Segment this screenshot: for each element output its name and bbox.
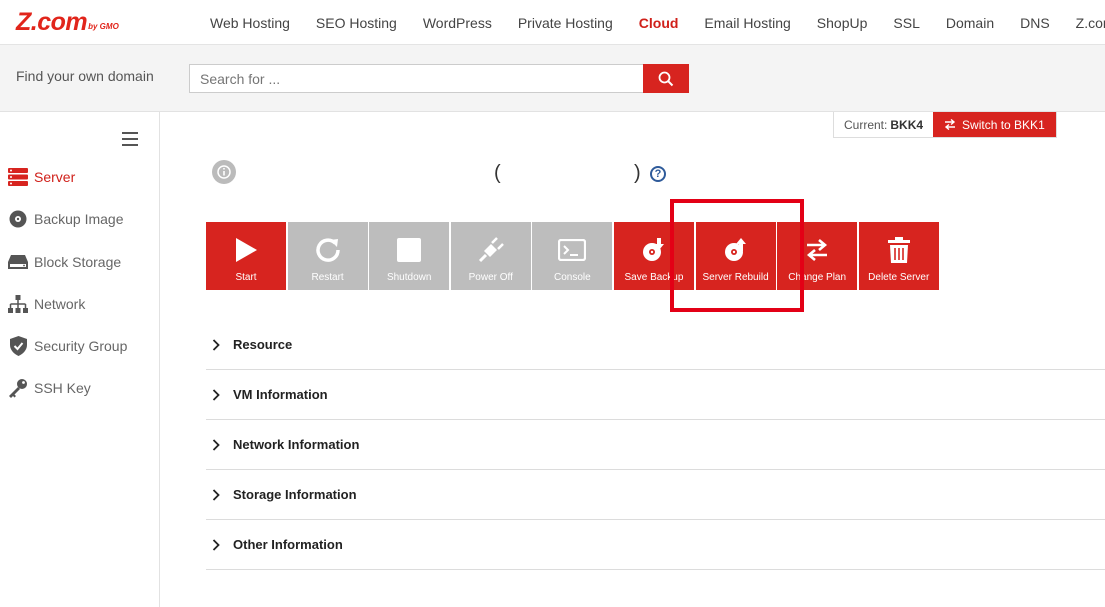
action-label: Power Off — [468, 272, 513, 283]
server-rebuild-button[interactable]: Server Rebuild — [695, 222, 776, 290]
action-label: Console — [554, 272, 591, 283]
sidebar-item-network[interactable]: Network — [8, 293, 85, 315]
backup-icon — [642, 238, 664, 261]
domain-search-bar: Find your own domain — [0, 45, 1105, 112]
nav-domain[interactable]: Domain — [946, 15, 994, 31]
section-title: Other Information — [233, 537, 343, 552]
action-label: Change Plan — [788, 272, 847, 283]
sidebar-item-label: Network — [34, 296, 86, 312]
storage-icon — [8, 252, 28, 272]
restart-button[interactable]: Restart — [287, 222, 368, 290]
action-label: Server Rebuild — [702, 272, 769, 283]
sidebar-item-label: Backup Image — [34, 211, 124, 227]
shield-icon — [8, 336, 28, 356]
nav-cloud[interactable]: Cloud — [639, 15, 679, 31]
sidebar-item-block-storage[interactable]: Block Storage — [8, 251, 121, 273]
key-icon — [8, 378, 28, 398]
console-button[interactable]: Console — [532, 222, 613, 290]
nav-wordpress[interactable]: WordPress — [423, 15, 492, 31]
trash-icon — [887, 237, 910, 263]
domain-search-button[interactable] — [643, 64, 689, 93]
search-icon — [658, 71, 674, 86]
stop-icon — [397, 238, 422, 262]
chevron-right-icon — [212, 388, 220, 401]
console-icon — [558, 239, 587, 261]
domain-search-label: Find your own domain — [16, 68, 154, 84]
help-icon[interactable]: ? — [650, 166, 666, 182]
switch-datacenter-label: Switch to BKK1 — [962, 117, 1045, 132]
disk-icon — [8, 209, 28, 229]
server-action-toolbar: Start Restart Shutdown Power Off Console… — [206, 222, 940, 290]
action-label: Save Backup — [624, 272, 684, 283]
server-name-paren-close: ) — [634, 162, 641, 184]
current-datacenter-label: Current: — [844, 117, 888, 132]
server-name-paren-open: ( — [494, 162, 501, 184]
section-title: Network Information — [233, 437, 360, 452]
nav-ssl[interactable]: SSL — [893, 15, 919, 31]
restart-icon — [315, 238, 340, 262]
plug-icon — [478, 237, 504, 263]
nav-seo-hosting[interactable]: SEO Hosting — [316, 15, 397, 31]
sidebar-item-label: SSH Key — [34, 380, 91, 396]
nav-private-hosting[interactable]: Private Hosting — [518, 15, 613, 31]
zcom-logo[interactable]: Z.com by GMO — [16, 9, 119, 35]
network-icon — [8, 294, 28, 314]
sidebar-item-label: Block Storage — [34, 254, 122, 270]
power-off-button[interactable]: Power Off — [450, 222, 531, 290]
chevron-right-icon — [212, 488, 220, 501]
chevron-right-icon — [212, 338, 220, 351]
section-resource[interactable]: Resource — [206, 320, 1105, 370]
nav-email-hosting[interactable]: Email Hosting — [704, 15, 790, 31]
nav-shopup[interactable]: ShopUp — [817, 15, 868, 31]
server-icon — [8, 167, 28, 187]
section-network-information[interactable]: Network Information — [206, 420, 1105, 470]
rebuild-icon — [724, 238, 746, 261]
save-backup-button[interactable]: Save Backup — [613, 222, 694, 290]
current-datacenter-value: BKK4 — [890, 117, 924, 132]
server-detail-sections: Resource VM Information Network Informat… — [206, 320, 1105, 570]
section-storage-information[interactable]: Storage Information — [206, 470, 1105, 520]
nav-dns[interactable]: DNS — [1020, 15, 1050, 31]
sidebar-item-server[interactable]: Server — [8, 166, 75, 188]
top-navigation: Z.com by GMO Web Hosting SEO Hosting Wor… — [0, 0, 1105, 45]
domain-search-input[interactable] — [189, 64, 644, 93]
section-other-information[interactable]: Other Information — [206, 520, 1105, 570]
nav-zcom-s[interactable]: Z.com S — [1076, 15, 1105, 31]
section-title: Resource — [233, 337, 293, 352]
sidebar-item-ssh-key[interactable]: SSH Key — [8, 377, 91, 399]
change-plan-button[interactable]: Change Plan — [777, 222, 858, 290]
action-label: Start — [235, 272, 257, 283]
shutdown-button[interactable]: Shutdown — [369, 222, 450, 290]
current-datacenter: Current: BKK4 — [834, 112, 934, 137]
section-vm-information[interactable]: VM Information — [206, 370, 1105, 420]
sidebar-item-label: Security Group — [34, 338, 128, 354]
datacenter-switcher: Current: BKK4 Switch to BKK1 — [833, 112, 1057, 138]
sidebar: Server Backup Image Block Storage Networ… — [0, 112, 160, 607]
nav-web-hosting[interactable]: Web Hosting — [210, 15, 290, 31]
menu-toggle-icon[interactable] — [122, 132, 138, 146]
server-status-icon — [212, 160, 236, 184]
swap-icon — [944, 119, 956, 130]
sidebar-item-backup-image[interactable]: Backup Image — [8, 208, 124, 230]
action-label: Restart — [311, 272, 344, 283]
section-title: Storage Information — [233, 487, 357, 502]
chevron-right-icon — [212, 538, 220, 551]
sidebar-item-security-group[interactable]: Security Group — [8, 335, 127, 357]
delete-server-button[interactable]: Delete Server — [858, 222, 939, 290]
start-button[interactable]: Start — [206, 222, 286, 290]
logo-subtext: by GMO — [88, 22, 119, 31]
play-icon — [236, 238, 257, 262]
action-label: Delete Server — [868, 272, 930, 283]
section-title: VM Information — [233, 387, 328, 402]
chevron-right-icon — [212, 438, 220, 451]
nav-links: Web Hosting SEO Hosting WordPress Privat… — [210, 0, 1105, 45]
switch-datacenter-button[interactable]: Switch to BKK1 — [933, 112, 1056, 137]
logo-text: Z.com — [16, 8, 88, 36]
sidebar-item-label: Server — [34, 169, 76, 185]
action-label: Shutdown — [386, 272, 432, 283]
swap-icon — [807, 239, 828, 261]
